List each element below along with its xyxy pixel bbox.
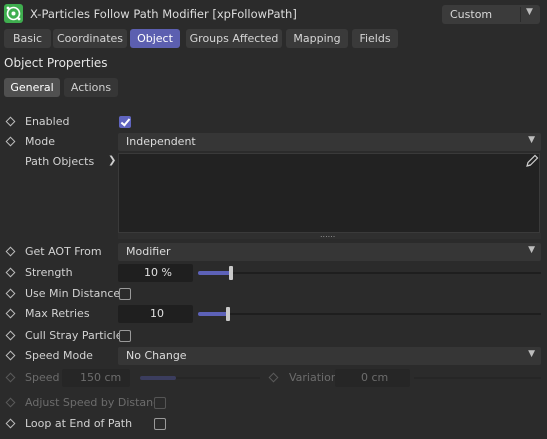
enabled-checkbox[interactable]: [119, 116, 131, 128]
mode-dropdown[interactable]: Independent ▼: [118, 133, 541, 151]
get-aot-label: Get AOT From: [25, 245, 102, 258]
strength-slider-track[interactable]: [198, 272, 541, 274]
xparticles-modifier-icon: [4, 4, 23, 23]
strength-value: 10 %: [144, 266, 172, 279]
chevron-down-icon: ▼: [528, 349, 535, 359]
keyframe-diamond-icon[interactable]: [5, 246, 16, 257]
strength-slider-handle[interactable]: [229, 266, 233, 280]
max-retries-slider-fill: [198, 312, 228, 316]
row-max-retries: Max Retries 10: [0, 304, 547, 324]
keyframe-diamond-icon[interactable]: [5, 136, 16, 147]
keyframe-diamond-icon: [5, 372, 16, 383]
get-aot-value: Modifier: [126, 245, 171, 258]
tab-object[interactable]: Object: [130, 29, 180, 48]
max-retries-field[interactable]: 10: [118, 305, 193, 323]
speed-mode-value: No Change: [126, 349, 187, 362]
chevron-down-icon: ▼: [528, 135, 535, 145]
expand-arrow-icon[interactable]: ❯: [108, 155, 116, 166]
max-retries-slider-track[interactable]: [198, 313, 541, 315]
keyframe-diamond-icon: [5, 397, 16, 408]
adjust-speed-label: Adjust Speed by Distance: [25, 396, 166, 409]
strength-field[interactable]: 10 %: [118, 264, 193, 282]
max-retries-slider-handle[interactable]: [226, 307, 230, 321]
tab-coordinates[interactable]: Coordinates: [53, 29, 127, 48]
keyframe-diamond-icon[interactable]: [5, 116, 16, 127]
row-speed: Speed 150 cm Variation 0 cm: [0, 368, 547, 388]
subtab-actions[interactable]: Actions: [64, 78, 118, 97]
cull-stray-checkbox[interactable]: [119, 330, 131, 342]
row-get-aot: Get AOT From Modifier ▼: [0, 242, 547, 262]
speed-mode-dropdown[interactable]: No Change ▼: [118, 347, 541, 365]
mode-label: Mode: [25, 135, 55, 148]
tab-groups-affected[interactable]: Groups Affected: [186, 29, 282, 48]
chevron-down-icon: ▼: [526, 7, 533, 17]
keyframe-diamond-icon: [268, 372, 279, 383]
get-aot-dropdown[interactable]: Modifier ▼: [118, 243, 541, 261]
cull-stray-label: Cull Stray Particles: [25, 329, 129, 342]
strength-label: Strength: [25, 266, 73, 279]
path-objects-label: Path Objects: [25, 155, 95, 168]
path-objects-list[interactable]: [118, 153, 540, 233]
grip-dots: ......: [320, 230, 336, 239]
variation-value: 0 cm: [361, 371, 389, 384]
keyframe-diamond-icon[interactable]: [5, 350, 16, 361]
mode-value: Independent: [126, 135, 196, 148]
subtab-general[interactable]: General: [4, 78, 60, 97]
loop-end-checkbox[interactable]: [154, 418, 166, 430]
keyframe-diamond-icon[interactable]: [5, 267, 16, 278]
speed-slider-fill: [140, 376, 176, 380]
keyframe-diamond-icon[interactable]: [5, 418, 16, 429]
speed-label: Speed: [25, 371, 60, 384]
strength-slider-fill: [198, 271, 231, 275]
speed-field: 150 cm: [62, 369, 130, 387]
preset-dropdown[interactable]: Custom ▼: [442, 5, 540, 24]
variation-field: 0 cm: [335, 369, 410, 387]
tab-basic[interactable]: Basic: [4, 29, 51, 48]
speed-value: 150 cm: [80, 371, 122, 384]
use-min-distance-checkbox[interactable]: [119, 288, 131, 300]
max-retries-value: 10: [150, 307, 164, 320]
tab-mapping[interactable]: Mapping: [286, 29, 348, 48]
object-title: X-Particles Follow Path Modifier [xpFoll…: [30, 7, 297, 21]
loop-end-label: Loop at End of Path: [25, 417, 133, 430]
row-strength: Strength 10 %: [0, 263, 547, 283]
tab-fields[interactable]: Fields: [352, 29, 398, 48]
speed-mode-label: Speed Mode: [25, 349, 93, 362]
keyframe-diamond-icon[interactable]: [5, 308, 16, 319]
row-mode: Mode Independent ▼: [0, 132, 547, 152]
pencil-icon[interactable]: [524, 153, 540, 169]
chevron-down-icon: ▼: [528, 245, 535, 255]
row-enabled: Enabled: [0, 112, 547, 132]
list-resize-handle[interactable]: ......: [118, 230, 541, 239]
attribute-header: X-Particles Follow Path Modifier [xpFoll…: [0, 0, 547, 28]
variation-label: Variation: [289, 371, 338, 384]
keyframe-diamond-icon[interactable]: [5, 330, 16, 341]
preset-value: Custom: [450, 8, 493, 21]
row-use-min-distance: Use Min Distance: [0, 284, 547, 304]
row-adjust-speed: Adjust Speed by Distance: [0, 393, 547, 413]
keyframe-diamond-icon[interactable]: [5, 288, 16, 299]
section-title: Object Properties: [4, 56, 108, 70]
adjust-speed-checkbox: [154, 397, 166, 409]
preset-divider: [520, 7, 521, 22]
enabled-label: Enabled: [25, 115, 70, 128]
row-cull-stray: Cull Stray Particles: [0, 326, 547, 346]
row-loop-end: Loop at End of Path: [0, 414, 547, 434]
row-speed-mode: Speed Mode No Change ▼: [0, 346, 547, 366]
use-min-distance-label: Use Min Distance: [25, 287, 121, 300]
max-retries-label: Max Retries: [25, 307, 90, 320]
variation-slider-track: [414, 377, 541, 379]
